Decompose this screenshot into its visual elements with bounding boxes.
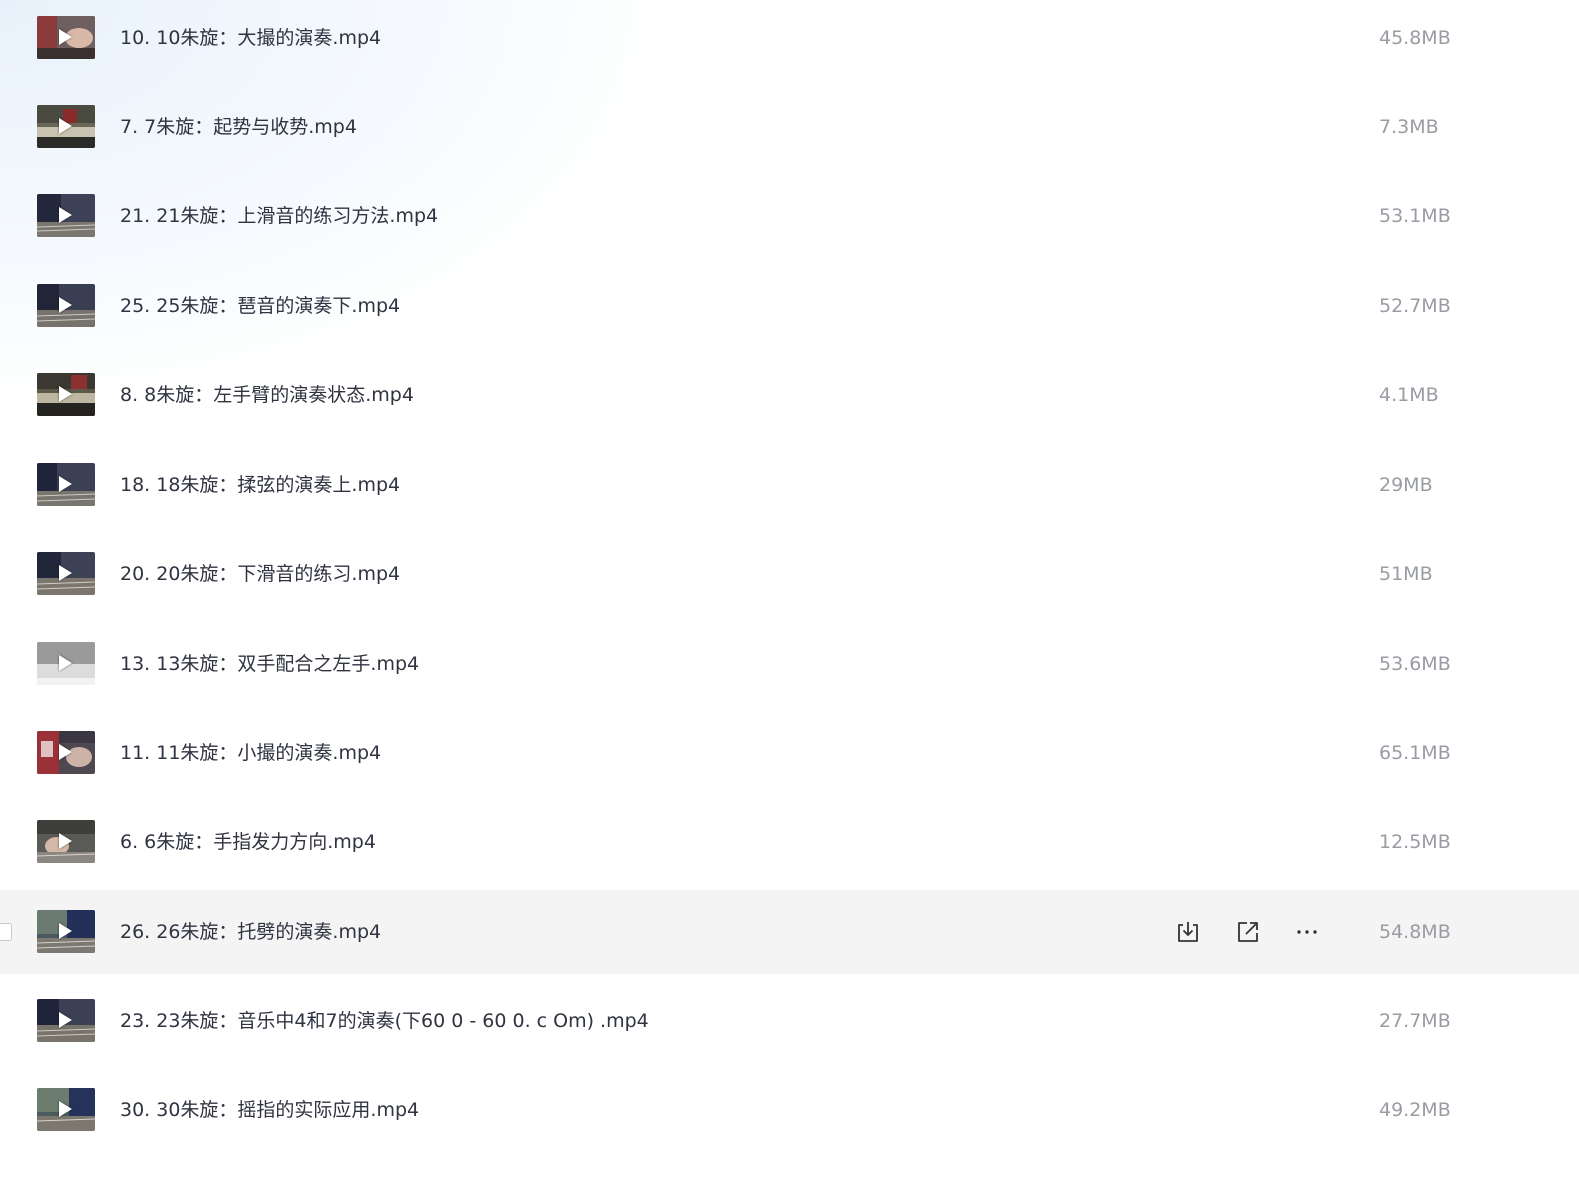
play-icon bbox=[59, 386, 72, 402]
play-icon bbox=[59, 207, 72, 223]
file-name[interactable]: 8. 8朱旋：左手臂的演奏状态.mp4 bbox=[120, 382, 414, 408]
play-icon bbox=[59, 565, 72, 581]
file-size: 12.5MB bbox=[1379, 831, 1451, 853]
file-size: 54.8MB bbox=[1379, 921, 1451, 943]
play-icon bbox=[59, 744, 72, 760]
file-name[interactable]: 30. 30朱旋：摇指的实际应用.mp4 bbox=[120, 1097, 419, 1123]
file-row[interactable]: 25. 25朱旋：琶音的演奏下.mp4 52.7MB bbox=[0, 264, 1579, 348]
play-icon bbox=[59, 118, 72, 134]
play-icon bbox=[59, 923, 72, 939]
video-thumbnail[interactable] bbox=[37, 284, 95, 327]
file-row[interactable]: 21. 21朱旋：上滑音的练习方法.mp4 53.1MB bbox=[0, 174, 1579, 258]
video-thumbnail[interactable] bbox=[37, 642, 95, 685]
play-icon bbox=[59, 476, 72, 492]
video-thumbnail[interactable] bbox=[37, 16, 95, 59]
file-row[interactable]: 6. 6朱旋：手指发力方向.mp4 12.5MB bbox=[0, 800, 1579, 884]
file-name[interactable]: 25. 25朱旋：琶音的演奏下.mp4 bbox=[120, 293, 400, 319]
download-icon[interactable] bbox=[1175, 919, 1201, 945]
file-size: 52.7MB bbox=[1379, 295, 1451, 317]
play-icon bbox=[59, 833, 72, 849]
select-checkbox[interactable] bbox=[0, 923, 12, 941]
file-row[interactable]: 23. 23朱旋：音乐中4和7的演奏(下60 0 - 60 0. c Om) .… bbox=[0, 979, 1579, 1063]
file-row[interactable]: 13. 13朱旋：双手配合之左手.mp4 53.6MB bbox=[0, 622, 1579, 706]
play-icon bbox=[59, 297, 72, 313]
file-name[interactable]: 21. 21朱旋：上滑音的练习方法.mp4 bbox=[120, 203, 438, 229]
file-name[interactable]: 20. 20朱旋：下滑音的练习.mp4 bbox=[120, 561, 400, 587]
file-size: 29MB bbox=[1379, 474, 1433, 496]
play-icon bbox=[59, 655, 72, 671]
more-icon[interactable] bbox=[1294, 919, 1320, 945]
play-icon bbox=[59, 1012, 72, 1028]
file-size: 51MB bbox=[1379, 563, 1433, 585]
video-thumbnail[interactable] bbox=[37, 373, 95, 416]
video-thumbnail[interactable] bbox=[37, 552, 95, 595]
file-name[interactable]: 18. 18朱旋：揉弦的演奏上.mp4 bbox=[120, 472, 400, 498]
file-size: 65.1MB bbox=[1379, 742, 1451, 764]
file-size: 7.3MB bbox=[1379, 116, 1439, 138]
video-thumbnail[interactable] bbox=[37, 105, 95, 148]
file-size: 53.1MB bbox=[1379, 205, 1451, 227]
file-row[interactable]: 10. 10朱旋：大撮的演奏.mp4 45.8MB bbox=[0, 0, 1579, 80]
file-size: 45.8MB bbox=[1379, 27, 1451, 49]
share-icon[interactable] bbox=[1235, 919, 1261, 945]
play-icon bbox=[59, 29, 72, 45]
file-name[interactable]: 13. 13朱旋：双手配合之左手.mp4 bbox=[120, 651, 419, 677]
file-name[interactable]: 10. 10朱旋：大撮的演奏.mp4 bbox=[120, 25, 381, 51]
video-thumbnail[interactable] bbox=[37, 731, 95, 774]
video-thumbnail[interactable] bbox=[37, 820, 95, 863]
video-thumbnail[interactable] bbox=[37, 1088, 95, 1131]
video-thumbnail[interactable] bbox=[37, 194, 95, 237]
video-thumbnail[interactable] bbox=[37, 999, 95, 1042]
file-name[interactable]: 23. 23朱旋：音乐中4和7的演奏(下60 0 - 60 0. c Om) .… bbox=[120, 1008, 649, 1034]
play-icon bbox=[59, 1101, 72, 1117]
file-row[interactable]: 8. 8朱旋：左手臂的演奏状态.mp4 4.1MB bbox=[0, 353, 1579, 437]
file-size: 53.6MB bbox=[1379, 653, 1451, 675]
file-name[interactable]: 11. 11朱旋：小撮的演奏.mp4 bbox=[120, 740, 381, 766]
file-name[interactable]: 26. 26朱旋：托劈的演奏.mp4 bbox=[120, 919, 381, 945]
file-name[interactable]: 6. 6朱旋：手指发力方向.mp4 bbox=[120, 829, 376, 855]
file-size: 27.7MB bbox=[1379, 1010, 1451, 1032]
file-row-hovered[interactable]: 26. 26朱旋：托劈的演奏.mp4 54.8MB bbox=[0, 890, 1579, 974]
file-name[interactable]: 7. 7朱旋：起势与收势.mp4 bbox=[120, 114, 357, 140]
file-row[interactable]: 18. 18朱旋：揉弦的演奏上.mp4 29MB bbox=[0, 443, 1579, 527]
video-thumbnail[interactable] bbox=[37, 463, 95, 506]
file-row[interactable]: 20. 20朱旋：下滑音的练习.mp4 51MB bbox=[0, 532, 1579, 616]
file-size: 4.1MB bbox=[1379, 384, 1439, 406]
file-row[interactable]: 7. 7朱旋：起势与收势.mp4 7.3MB bbox=[0, 85, 1579, 169]
file-row[interactable]: 11. 11朱旋：小撮的演奏.mp4 65.1MB bbox=[0, 711, 1579, 795]
file-list: 10. 10朱旋：大撮的演奏.mp4 45.8MB 7. 7朱旋：起势与收势.m… bbox=[0, 0, 1579, 1180]
file-row[interactable]: 30. 30朱旋：摇指的实际应用.mp4 49.2MB bbox=[0, 1068, 1579, 1152]
file-size: 49.2MB bbox=[1379, 1099, 1451, 1121]
video-thumbnail[interactable] bbox=[37, 910, 95, 953]
